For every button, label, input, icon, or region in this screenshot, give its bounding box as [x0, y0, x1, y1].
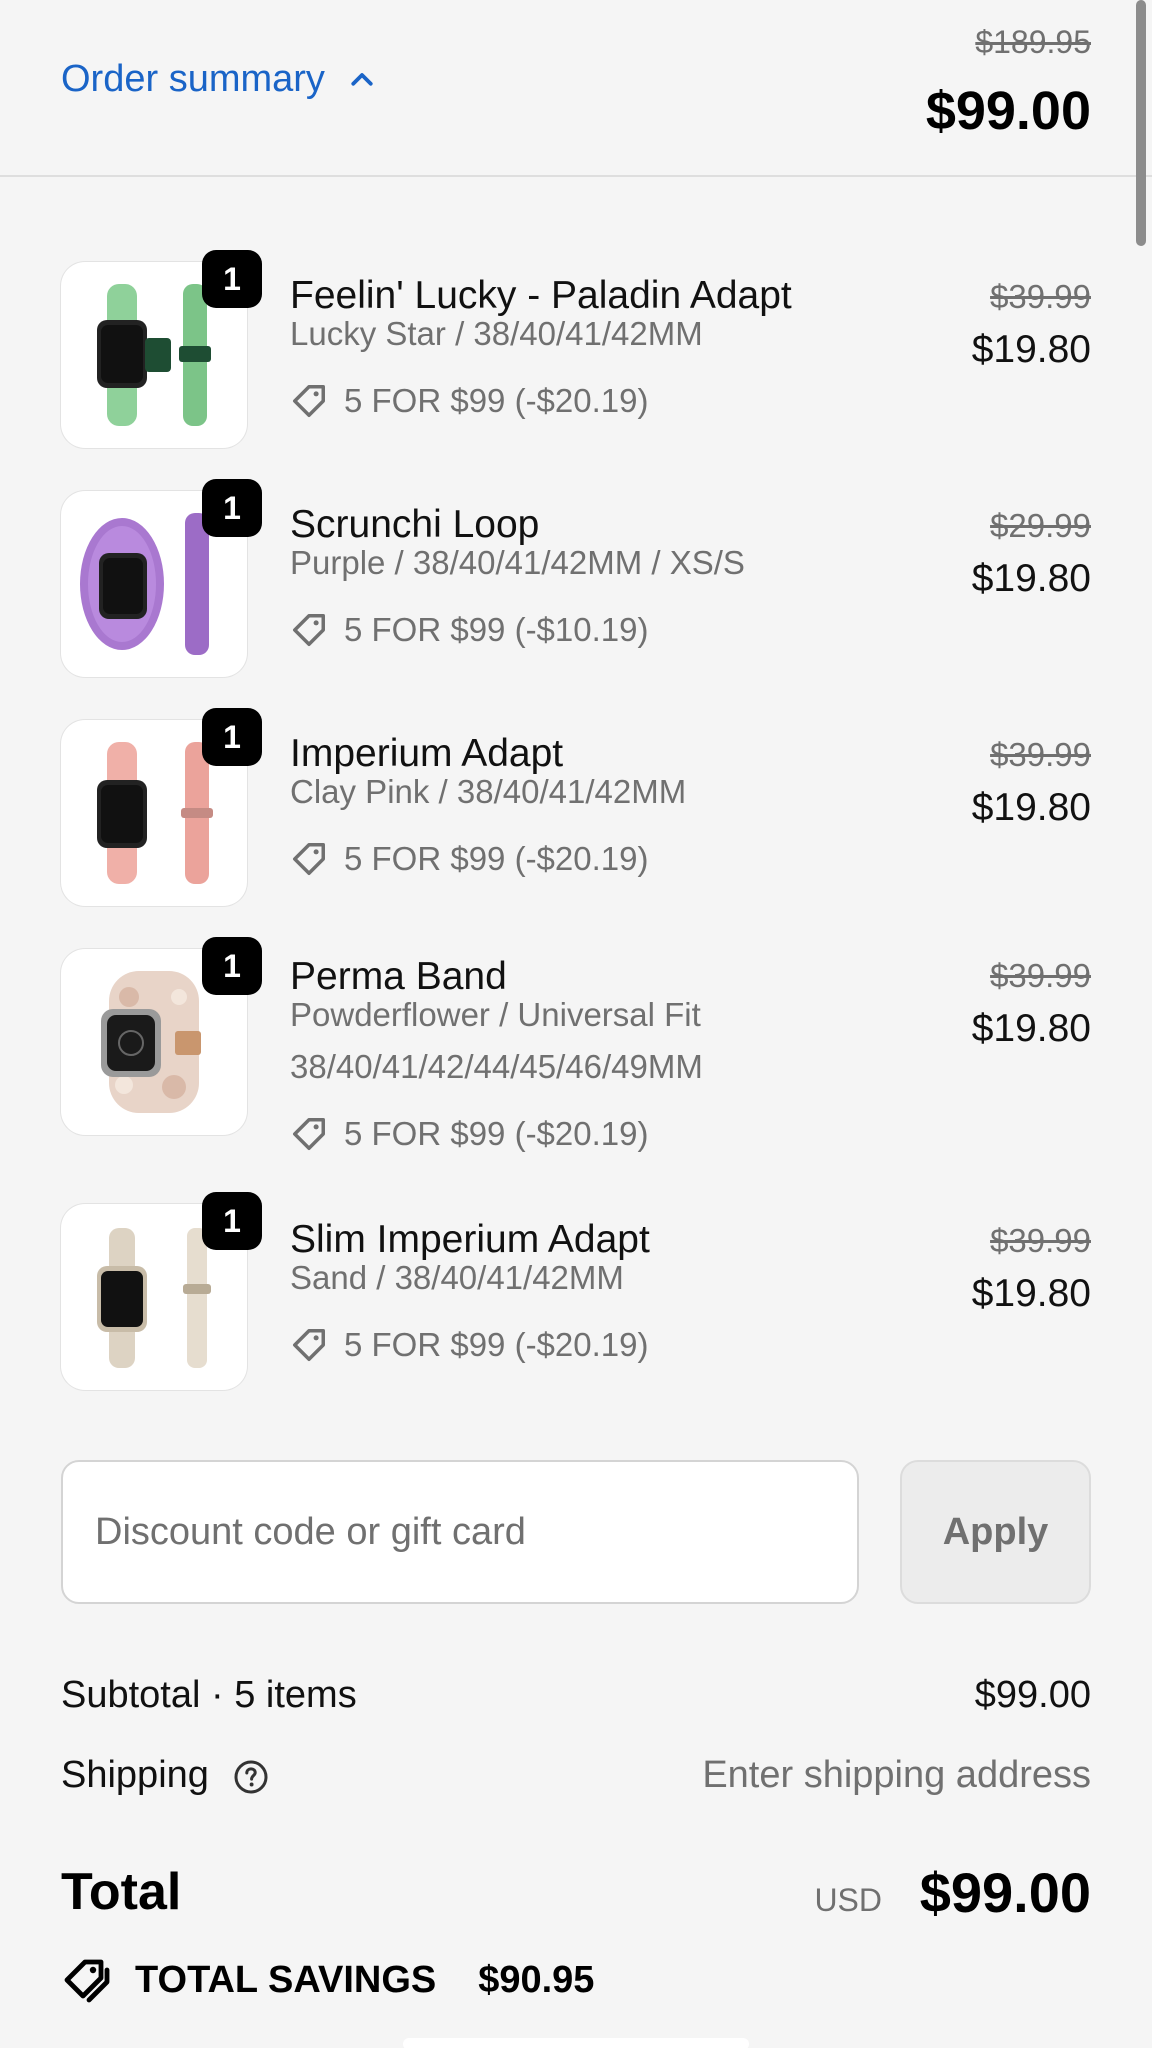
quantity-badge: 1: [202, 479, 262, 537]
item-discount-label: 5 FOR $99 (-$20.19): [344, 840, 649, 877]
item-original-price: $39.99: [990, 278, 1091, 315]
order-summary-label: Order summary: [61, 58, 325, 100]
item-original-price: $29.99: [990, 507, 1091, 544]
total-label: Total: [61, 1863, 182, 1921]
shipping-value: Enter shipping address: [702, 1754, 1091, 1796]
subtotal-value: $99.00: [974, 1674, 1091, 1716]
item-price: $19.80: [971, 557, 1091, 600]
item-variant-size: 38/40/41/42/44/45/46/49MM: [290, 1048, 703, 1085]
total-currency: USD: [814, 1882, 882, 1918]
item-price: $19.80: [971, 786, 1091, 829]
item-discount: 5 FOR $99 (-$20.19): [290, 1115, 648, 1153]
item-discount-label: 5 FOR $99 (-$20.19): [344, 1115, 649, 1152]
item-discount: 5 FOR $99 (-$20.19): [290, 382, 648, 420]
item-price: $19.80: [971, 328, 1091, 371]
order-summary-toggle[interactable]: Order summary: [61, 58, 377, 101]
item-variant: Lucky Star / 38/40/41/42MM: [290, 315, 703, 352]
tag-icon: [293, 1329, 325, 1361]
discount-code-input[interactable]: Discount code or gift card: [61, 1460, 859, 1604]
item-discount-label: 5 FOR $99 (-$20.19): [344, 1326, 649, 1363]
subtotal-label: Subtotal · 5 items: [61, 1674, 357, 1716]
quantity-badge: 1: [202, 937, 262, 995]
home-indicator: [403, 2038, 749, 2048]
chevron-up-icon: [351, 72, 373, 86]
item-variant: Clay Pink / 38/40/41/42MM: [290, 773, 687, 810]
total-savings-value: $90.95: [478, 1958, 595, 2001]
shipping-label: Shipping: [61, 1754, 209, 1796]
total-value: $99.00: [919, 1861, 1091, 1924]
tag-icon: [293, 385, 325, 417]
scrollbar[interactable]: [1136, 0, 1146, 246]
order-summary-header: Order summary $189.95 $99.00: [0, 0, 1152, 177]
item-original-price: $39.99: [990, 957, 1091, 994]
item-variant: Sand / 38/40/41/42MM: [290, 1259, 624, 1296]
discount-code-placeholder: Discount code or gift card: [95, 1510, 526, 1553]
item-variant: Powderflower / Universal Fit: [290, 996, 701, 1033]
help-circle-icon[interactable]: [233, 1759, 269, 1795]
quantity-badge: 1: [202, 250, 262, 308]
tag-icon: [293, 614, 325, 646]
shipping-row: Shipping: [61, 1754, 269, 1797]
quantity-badge: 1: [202, 708, 262, 766]
tag-icon: [293, 843, 325, 875]
header-total: $99.00: [925, 81, 1091, 141]
quantity-badge: 1: [202, 1192, 262, 1250]
apply-button[interactable]: Apply: [900, 1460, 1091, 1604]
tag-icon: [64, 1959, 110, 2003]
item-variant: Purple / 38/40/41/42MM / XS/S: [290, 544, 745, 581]
item-original-price: $39.99: [990, 1222, 1091, 1259]
item-original-price: $39.99: [990, 736, 1091, 773]
item-discount: 5 FOR $99 (-$10.19): [290, 611, 648, 649]
item-discount: 5 FOR $99 (-$20.19): [290, 840, 648, 878]
header-original-total: $189.95: [975, 24, 1091, 60]
item-discount-label: 5 FOR $99 (-$10.19): [344, 611, 649, 648]
tag-icon: [293, 1118, 325, 1150]
total-savings: TOTAL SAVINGS $90.95: [61, 1954, 594, 2006]
item-discount: 5 FOR $99 (-$20.19): [290, 1326, 648, 1364]
item-price: $19.80: [971, 1272, 1091, 1315]
item-discount-label: 5 FOR $99 (-$20.19): [344, 382, 649, 419]
total-savings-label: TOTAL SAVINGS: [135, 1958, 437, 2001]
item-price: $19.80: [971, 1007, 1091, 1050]
